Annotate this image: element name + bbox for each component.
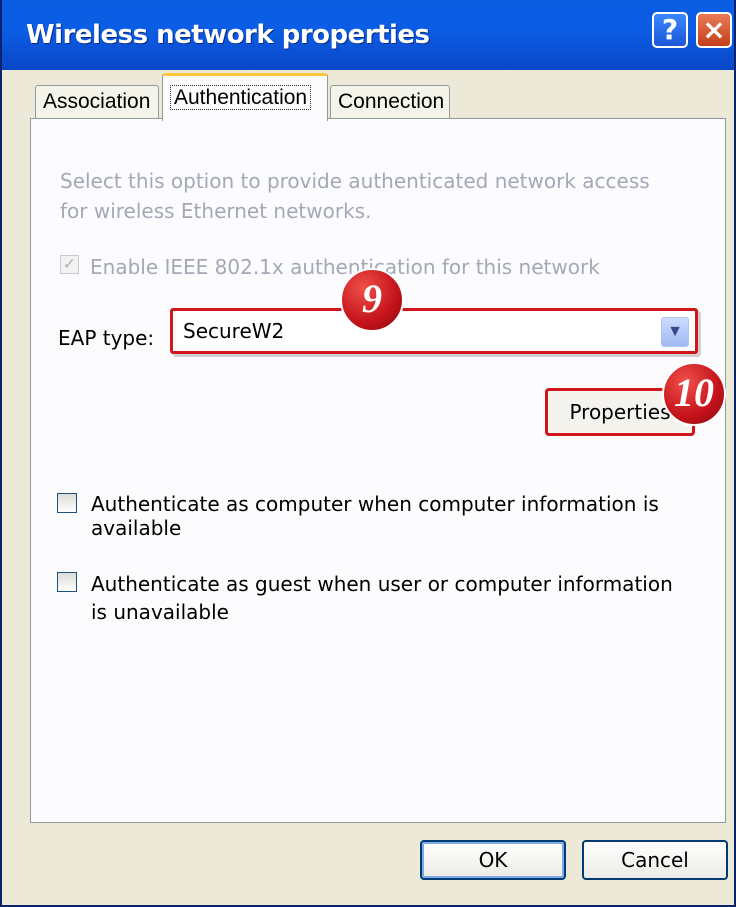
enable-8021x-label: Enable IEEE 802.1x authentication for th… xyxy=(90,255,600,279)
step-9-callout: 9 xyxy=(340,268,404,332)
close-button[interactable]: × xyxy=(696,12,732,48)
window-title: Wireless network properties xyxy=(26,20,430,50)
ok-button[interactable]: OK xyxy=(420,840,566,880)
authenticate-guest-label[interactable]: Authenticate as guest when user or compu… xyxy=(91,570,691,626)
enable-8021x-checkbox: ✓ xyxy=(60,255,79,274)
authenticate-computer-label[interactable]: Authenticate as computer when computer i… xyxy=(91,492,736,540)
tab-association[interactable]: Association xyxy=(35,85,159,121)
tab-authentication-label: Authentication xyxy=(170,85,312,110)
auth-description: Select this option to provide authentica… xyxy=(60,169,650,223)
help-button[interactable]: ? xyxy=(652,12,688,48)
eap-type-value: SecureW2 xyxy=(183,319,285,343)
tab-connection[interactable]: Connection xyxy=(330,85,450,121)
eap-type-label: EAP type: xyxy=(58,326,155,350)
authenticate-guest-checkbox[interactable] xyxy=(57,572,77,592)
step-10-callout: 10 xyxy=(662,362,726,426)
title-bar[interactable]: Wireless network properties ? × xyxy=(2,0,734,70)
eap-type-dropdown[interactable]: SecureW2 ▼ xyxy=(170,308,698,354)
authenticate-computer-checkbox[interactable] xyxy=(57,493,77,513)
tab-authentication[interactable]: Authentication xyxy=(162,73,328,121)
wireless-properties-dialog: Wireless network properties ? × Associat… xyxy=(0,0,736,907)
cancel-button[interactable]: Cancel xyxy=(582,840,728,880)
chevron-down-icon[interactable]: ▼ xyxy=(661,317,689,347)
